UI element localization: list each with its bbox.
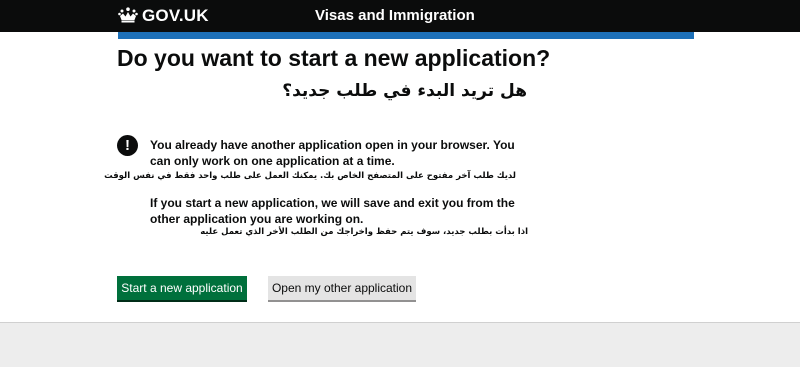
info-text: If you start a new application, we will … <box>150 196 515 226</box>
govuk-logo-link[interactable]: GOV.UK <box>142 5 209 27</box>
page-title-arabic: هل تريد البدء في طلب جديد؟ <box>282 81 527 101</box>
site-footer <box>0 322 800 367</box>
header-accent-bar <box>118 32 694 39</box>
start-new-application-button[interactable]: Start a new application <box>117 276 247 300</box>
warning-text: You already have another application ope… <box>150 138 515 168</box>
warning-text-arabic: لديك طلب آخر مفتوح على المتصفح الخاص بك.… <box>104 171 516 181</box>
open-other-application-button[interactable]: Open my other application <box>268 276 416 300</box>
site-header: GOV.UK Visas and Immigration <box>0 0 800 32</box>
page-title: Do you want to start a new application? <box>117 45 551 71</box>
crown-icon <box>118 7 138 23</box>
service-name-link[interactable]: Visas and Immigration <box>315 6 475 26</box>
exclamation-icon: ! <box>117 135 138 156</box>
info-text-arabic: اذا بدأت بطلب جديد، سوف يتم حفظ واخراجك … <box>200 227 528 237</box>
